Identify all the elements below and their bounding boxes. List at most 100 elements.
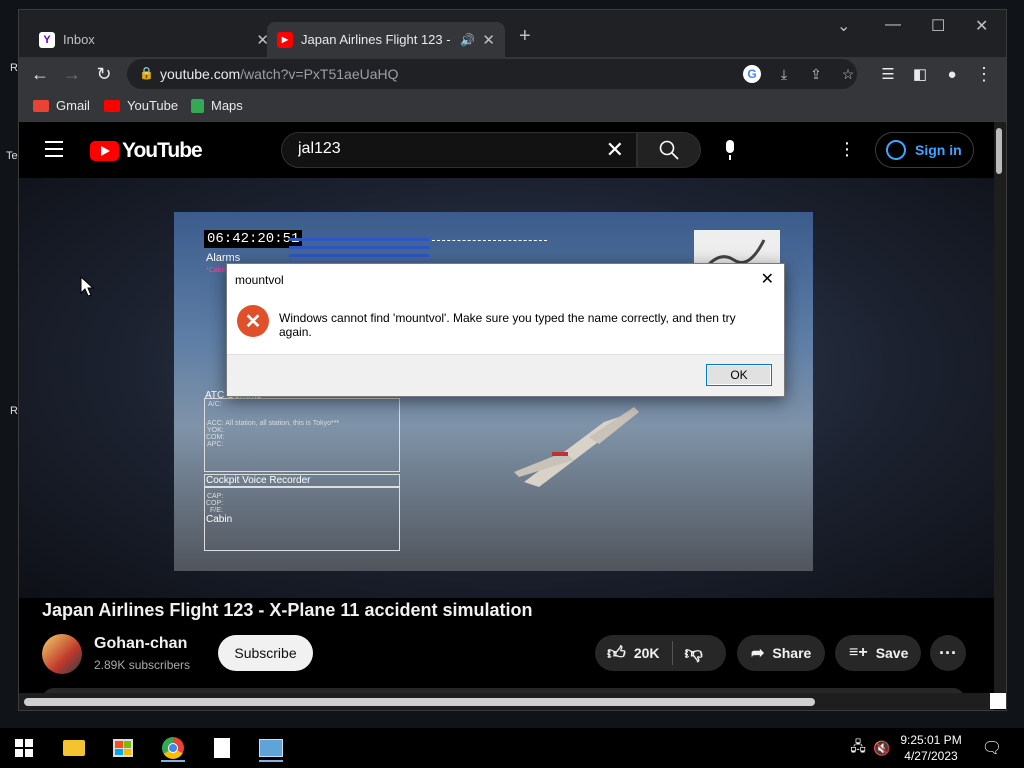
dialog-footer: OK xyxy=(227,354,784,396)
back-button[interactable]: ← xyxy=(27,61,53,87)
video-title: Japan Airlines Flight 123 - X-Plane 11 a… xyxy=(42,600,533,620)
dialog-close-icon[interactable]: ✕ xyxy=(761,269,774,289)
volume-muted-icon[interactable]: 🔇 xyxy=(870,736,894,760)
media-control-icon[interactable]: ☰ xyxy=(875,61,901,87)
like-count: 20K xyxy=(633,645,660,661)
tab-search-icon[interactable]: ⌄ xyxy=(837,16,850,36)
share-label: Share xyxy=(772,645,812,661)
sign-in-button[interactable]: Sign in xyxy=(875,132,974,168)
file-explorer-icon[interactable] xyxy=(62,736,86,760)
tab-youtube-video[interactable]: ▶ Japan Airlines Flight 123 - X- 🔊 ✕ xyxy=(267,22,505,57)
youtube-play-icon xyxy=(90,141,119,161)
youtube-icon xyxy=(104,99,120,112)
cvr-heading: Cockpit Voice Recorder xyxy=(204,474,400,487)
new-tab-button[interactable]: + xyxy=(519,25,531,48)
forward-button[interactable]: → xyxy=(59,61,85,87)
maximize-button[interactable]: ☐ xyxy=(931,16,945,36)
bookmark-gmail[interactable]: Gmail xyxy=(33,98,90,113)
heading-scale xyxy=(432,240,547,249)
youtube-logo[interactable]: YouTube xyxy=(90,139,203,163)
close-window-button[interactable]: ✕ xyxy=(975,16,988,36)
desktop-label: Te xyxy=(6,150,18,162)
chrome-menu-icon[interactable]: ⋮ xyxy=(971,61,997,87)
share-icon[interactable]: ⇪ xyxy=(807,65,825,83)
minimize-button[interactable]: — xyxy=(885,16,901,34)
search-icon xyxy=(659,140,679,160)
youtube-icon: ▶ xyxy=(277,31,293,48)
like-button[interactable]: 👍︎ 20K xyxy=(607,642,660,664)
date-label: 4/27/2023 xyxy=(904,749,958,763)
gmail-icon xyxy=(33,99,49,112)
menu-icon[interactable] xyxy=(45,141,63,162)
sign-in-label: Sign in xyxy=(915,142,962,158)
side-panel-icon[interactable]: ◧ xyxy=(907,61,933,87)
chrome-icon[interactable] xyxy=(161,736,185,762)
google-lens-icon[interactable]: G xyxy=(743,65,761,83)
search-box[interactable]: ✕ xyxy=(281,132,637,168)
clear-search-icon[interactable]: ✕ xyxy=(606,137,624,163)
document-icon[interactable] xyxy=(210,736,234,760)
channel-name[interactable]: Gohan-chan xyxy=(94,635,187,653)
notifications-icon[interactable]: 🗨 xyxy=(980,736,1004,760)
profile-icon[interactable]: ● xyxy=(939,61,965,87)
clock[interactable]: 9:25:01 PM 4/27/2023 xyxy=(896,732,966,764)
bookmark-maps[interactable]: Maps xyxy=(191,98,243,113)
divider xyxy=(671,641,673,665)
share-icon: ➦ xyxy=(751,645,765,662)
taskbar: 🖧 🔇 9:25:01 PM 4/27/2023 🗨 xyxy=(0,728,1024,768)
desktop-label: R xyxy=(10,62,18,74)
atc-line: ACC: All station, all station, this is T… xyxy=(207,420,340,427)
audio-playing-icon[interactable]: 🔊 xyxy=(460,33,475,47)
cvr-line: COP: xyxy=(206,500,224,507)
youtube-page: YouTube ✕ ··· Sign in 06:42:20:51 Alarms… xyxy=(19,122,1006,710)
subscribe-button[interactable]: Subscribe xyxy=(218,635,313,671)
cvr-panel: CAP: COP: F/E: Cabin xyxy=(204,487,400,551)
horizontal-scrollbar[interactable] xyxy=(19,693,994,710)
close-tab-icon[interactable]: ✕ xyxy=(482,31,495,49)
yahoo-icon: Y xyxy=(39,31,55,48)
address-bar[interactable]: 🔒 youtube.com/watch?v=PxT51aeUaHQ G ⤓ ⇪ … xyxy=(127,59,857,89)
reload-button[interactable]: ↻ xyxy=(91,61,117,87)
cvr-line: Cabin xyxy=(206,514,233,525)
lock-icon[interactable]: 🔒 xyxy=(139,66,154,80)
bookmark-youtube[interactable]: YouTube xyxy=(104,98,178,113)
bookmark-label: YouTube xyxy=(127,98,179,113)
time-label: 9:25:01 PM xyxy=(900,733,962,747)
youtube-wordmark: YouTube xyxy=(122,139,203,162)
error-dialog: mountvol ✕ ✕ Windows cannot find 'mountv… xyxy=(226,263,785,397)
cvr-line: CAP: xyxy=(207,493,224,500)
search-input[interactable] xyxy=(296,139,600,159)
scroll-corner xyxy=(990,693,1006,709)
settings-more-icon[interactable]: · · · xyxy=(837,133,857,165)
windows-logo-icon xyxy=(15,739,33,757)
dialog-message: Windows cannot find 'mountvol'. Make sur… xyxy=(279,311,736,339)
atc-line: COM: xyxy=(206,434,225,441)
mouse-cursor-icon xyxy=(80,276,94,297)
install-icon[interactable]: ⤓ xyxy=(775,65,793,83)
tab-label: Inbox xyxy=(63,32,95,47)
network-icon[interactable]: 🖧 xyxy=(846,736,870,760)
atc-line: A/C: xyxy=(208,401,222,408)
toolbar: ← → ↻ 🔒 youtube.com/watch?v=PxT51aeUaHQ … xyxy=(19,57,1006,91)
search-button[interactable] xyxy=(637,132,701,168)
save-button[interactable]: ≡+ Save xyxy=(835,635,921,671)
vertical-scrollbar[interactable] xyxy=(994,122,1006,693)
share-button[interactable]: ➦ Share xyxy=(737,635,825,671)
dislike-button[interactable]: 👎︎ xyxy=(685,642,703,664)
store-icon[interactable] xyxy=(111,736,135,760)
control-panel-icon[interactable] xyxy=(259,736,283,762)
tab-label: Japan Airlines Flight 123 - X- xyxy=(301,32,451,47)
bookmarks-bar: Gmail YouTube Maps xyxy=(19,91,1006,122)
scroll-thumb[interactable] xyxy=(996,128,1002,174)
more-actions-button[interactable]: ··· xyxy=(930,635,966,671)
ok-button[interactable]: OK xyxy=(706,364,772,386)
scroll-thumb[interactable] xyxy=(24,698,815,706)
start-button[interactable] xyxy=(12,736,36,760)
error-icon: ✕ xyxy=(237,305,269,337)
channel-avatar[interactable] xyxy=(42,634,82,674)
dialog-title: mountvol xyxy=(235,273,284,287)
thumbs-up-icon: 👍︎ xyxy=(607,643,626,663)
tab-inbox[interactable]: Y Inbox ✕ xyxy=(27,22,279,57)
voice-search-button[interactable] xyxy=(712,132,748,168)
bookmark-star-icon[interactable]: ☆ xyxy=(839,65,857,83)
